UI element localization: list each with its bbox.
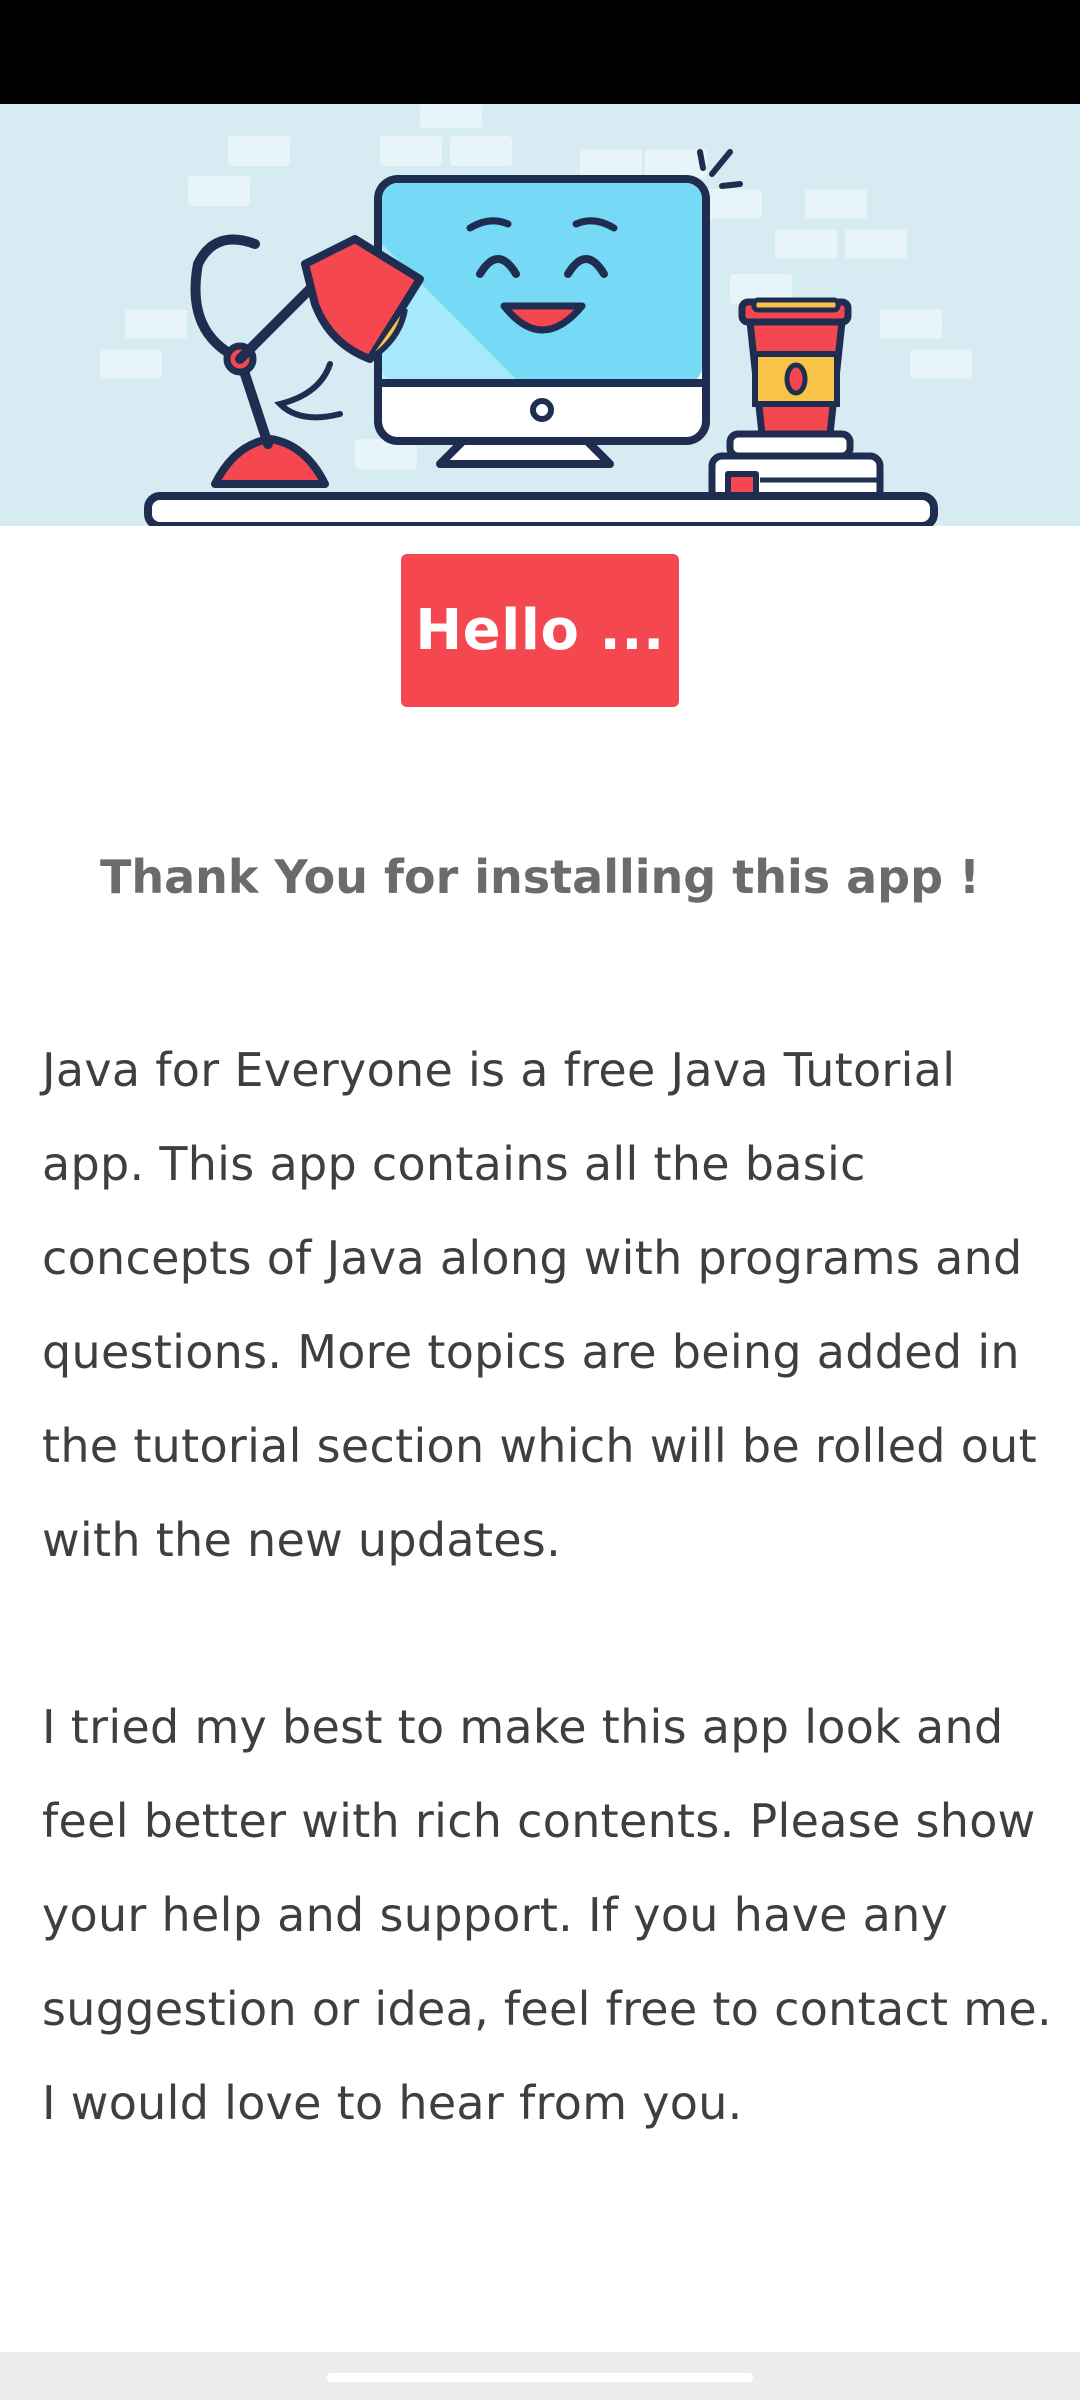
support-paragraph: I tried my best to make this app look an…	[42, 1700, 1052, 2130]
desk-surface	[144, 492, 938, 526]
coffee-cup-icon	[738, 297, 852, 438]
status-bar	[0, 0, 1080, 104]
monitor-icon	[374, 149, 743, 468]
thank-you-title: Thank You for installing this app !	[100, 850, 980, 904]
desk-computer-illustration	[100, 104, 972, 526]
hello-button[interactable]: Hello ...	[401, 554, 679, 707]
home-gesture-handle[interactable]	[327, 2373, 753, 2382]
description-paragraph: Java for Everyone is a free Java Tutoria…	[42, 1043, 1037, 1567]
hero-illustration	[0, 104, 1080, 526]
